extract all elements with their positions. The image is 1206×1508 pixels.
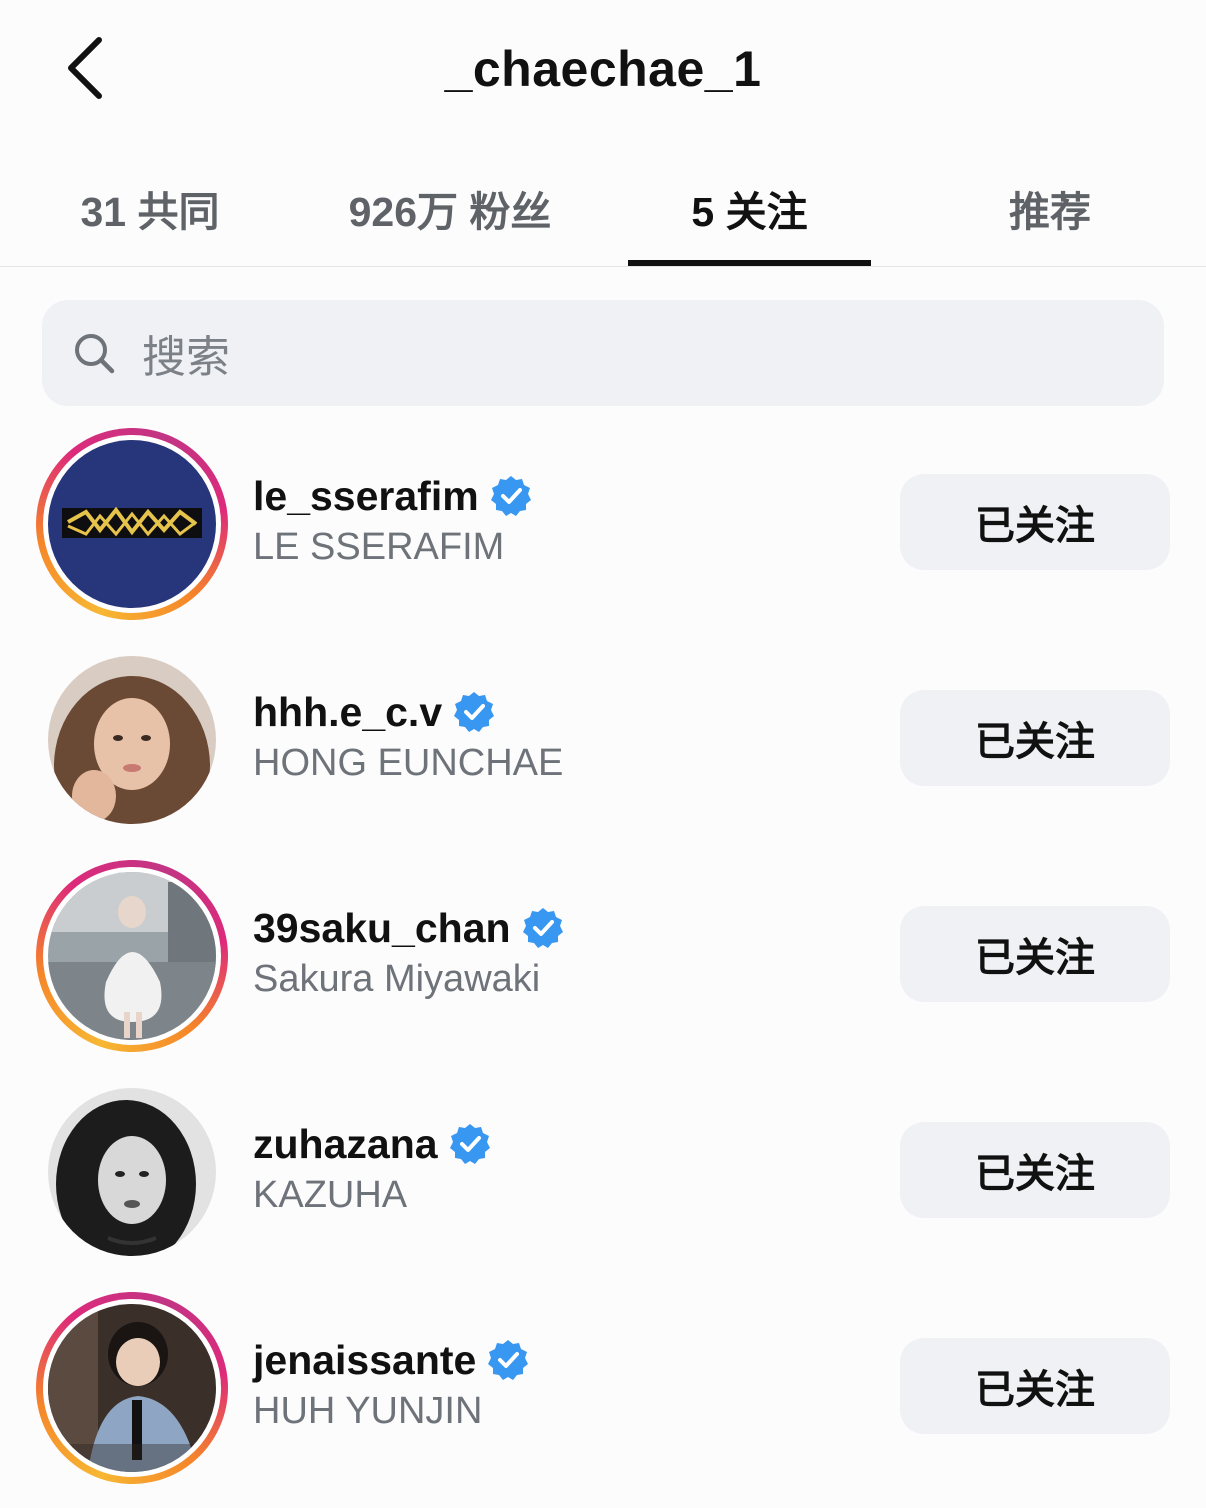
search-icon <box>75 334 115 374</box>
verified-badge-icon <box>490 476 531 516</box>
verified-badge-icon <box>449 1124 490 1164</box>
tab-suggested-label: 推荐 <box>1009 189 1091 235</box>
username[interactable]: 39saku_chan <box>253 905 511 952</box>
story-ring <box>36 428 228 620</box>
avatar[interactable] <box>48 1088 216 1256</box>
avatar[interactable] <box>48 656 216 824</box>
tab-followers-label: 926万 粉丝 <box>348 189 552 235</box>
page-title: _chaechae_1 <box>444 41 762 97</box>
following-button[interactable]: 已关注 <box>900 690 1170 786</box>
verified-badge-icon <box>522 908 563 948</box>
full-name: HONG EUNCHAE <box>253 742 564 784</box>
avatar[interactable] <box>48 440 216 608</box>
full-name: LE SSERAFIM <box>253 526 505 568</box>
username[interactable]: jenaissante <box>253 1337 476 1384</box>
full-name: HUH YUNJIN <box>253 1390 483 1432</box>
list-item[interactable]: 39saku_chan Sakura Miyawaki 已关注 <box>0 860 1206 1076</box>
tab-following[interactable]: 5 关注 <box>628 160 871 264</box>
tab-mutual[interactable]: 31 共同 <box>40 160 260 264</box>
list-item[interactable]: zuhazana KAZUHA 已关注 <box>0 1076 1206 1292</box>
tab-suggested[interactable]: 推荐 <box>950 160 1150 264</box>
tab-followers[interactable]: 926万 粉丝 <box>300 160 600 264</box>
full-name: KAZUHA <box>253 1174 408 1216</box>
list-item[interactable]: jenaissante HUH YUNJIN 已关注 <box>0 1292 1206 1508</box>
following-button[interactable]: 已关注 <box>900 906 1170 1002</box>
verified-badge-icon <box>488 1340 529 1380</box>
search-placeholder: 搜索 <box>142 333 230 382</box>
following-button[interactable]: 已关注 <box>900 1122 1170 1218</box>
avatar[interactable] <box>48 872 216 1040</box>
story-ring <box>36 860 228 1052</box>
list-item[interactable]: hhh.e_c.v HONG EUNCHAE 已关注 <box>0 644 1206 860</box>
username[interactable]: le_sserafim <box>253 473 479 520</box>
following-button[interactable]: 已关注 <box>900 474 1170 570</box>
active-tab-indicator <box>628 260 871 266</box>
username[interactable]: zuhazana <box>253 1121 438 1168</box>
verified-badge-icon <box>454 692 495 732</box>
list-item[interactable]: le_sserafim LE SSERAFIM 已关注 <box>0 428 1206 644</box>
full-name: Sakura Miyawaki <box>253 958 541 1000</box>
following-button[interactable]: 已关注 <box>900 1338 1170 1434</box>
tab-mutual-label: 31 共同 <box>80 189 220 235</box>
avatar[interactable] <box>48 1304 216 1472</box>
story-ring <box>36 1292 228 1484</box>
tab-bar: 31 共同 926万 粉丝 5 关注 推荐 <box>0 160 1206 267</box>
username[interactable]: hhh.e_c.v <box>253 689 442 736</box>
search-input[interactable]: 搜索 <box>42 300 1164 406</box>
header: _chaechae_1 <box>0 0 1206 140</box>
tab-following-label: 5 关注 <box>691 189 808 235</box>
